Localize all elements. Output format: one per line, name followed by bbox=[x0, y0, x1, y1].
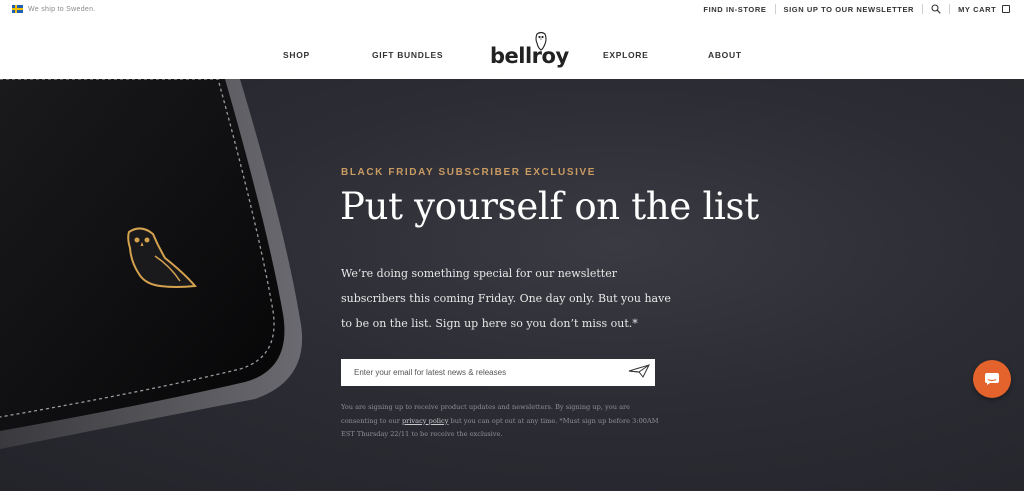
fine-print: You are signing up to receive product up… bbox=[341, 401, 661, 442]
shipping-notice: We ship to Sweden. bbox=[12, 5, 96, 13]
submit-button[interactable] bbox=[627, 364, 651, 381]
find-in-store-link[interactable]: FIND IN-STORE bbox=[703, 5, 766, 14]
main-nav: SHOP GIFT BUNDLES bellroy EXPLORE ABOUT bbox=[0, 20, 1024, 79]
nav-item-gift-bundles[interactable]: GIFT BUNDLES bbox=[372, 50, 443, 60]
bellroy-logo[interactable]: bellroy bbox=[487, 29, 569, 75]
hero-banner: BLACK FRIDAY SUBSCRIBER EXCLUSIVE Put yo… bbox=[0, 79, 1024, 491]
chat-button[interactable] bbox=[973, 360, 1011, 398]
privacy-policy-link[interactable]: privacy policy bbox=[402, 417, 448, 425]
hero-body: We’re doing something special for our ne… bbox=[341, 267, 671, 330]
email-input[interactable] bbox=[341, 359, 621, 386]
divider bbox=[774, 4, 776, 14]
cart-icon bbox=[1002, 5, 1010, 13]
utility-links: FIND IN-STORE SIGN UP TO OUR NEWSLETTER … bbox=[703, 4, 1010, 14]
newsletter-form bbox=[341, 359, 655, 386]
divider bbox=[949, 4, 951, 14]
divider bbox=[922, 4, 924, 14]
paper-plane-icon bbox=[628, 364, 650, 378]
logo-text: bellroy bbox=[490, 44, 569, 68]
search-icon[interactable] bbox=[931, 4, 941, 14]
cart-label: MY CART bbox=[958, 5, 997, 14]
sweden-flag-icon bbox=[12, 5, 23, 13]
hero-headline: Put yourself on the list bbox=[340, 185, 759, 228]
utility-bar: We ship to Sweden. FIND IN-STORE SIGN UP… bbox=[0, 0, 1024, 20]
newsletter-signup-link[interactable]: SIGN UP TO OUR NEWSLETTER bbox=[784, 5, 915, 14]
hero-eyebrow: BLACK FRIDAY SUBSCRIBER EXCLUSIVE bbox=[341, 167, 597, 178]
nav-item-shop[interactable]: SHOP bbox=[283, 50, 310, 60]
chat-icon bbox=[985, 373, 999, 385]
wallet-image bbox=[0, 79, 303, 449]
nav-item-explore[interactable]: EXPLORE bbox=[603, 50, 649, 60]
cart-link[interactable]: MY CART bbox=[958, 4, 1010, 14]
shipping-text: We ship to Sweden. bbox=[28, 5, 96, 13]
nav-item-about[interactable]: ABOUT bbox=[708, 50, 742, 60]
owl-logo-icon bbox=[535, 31, 547, 51]
